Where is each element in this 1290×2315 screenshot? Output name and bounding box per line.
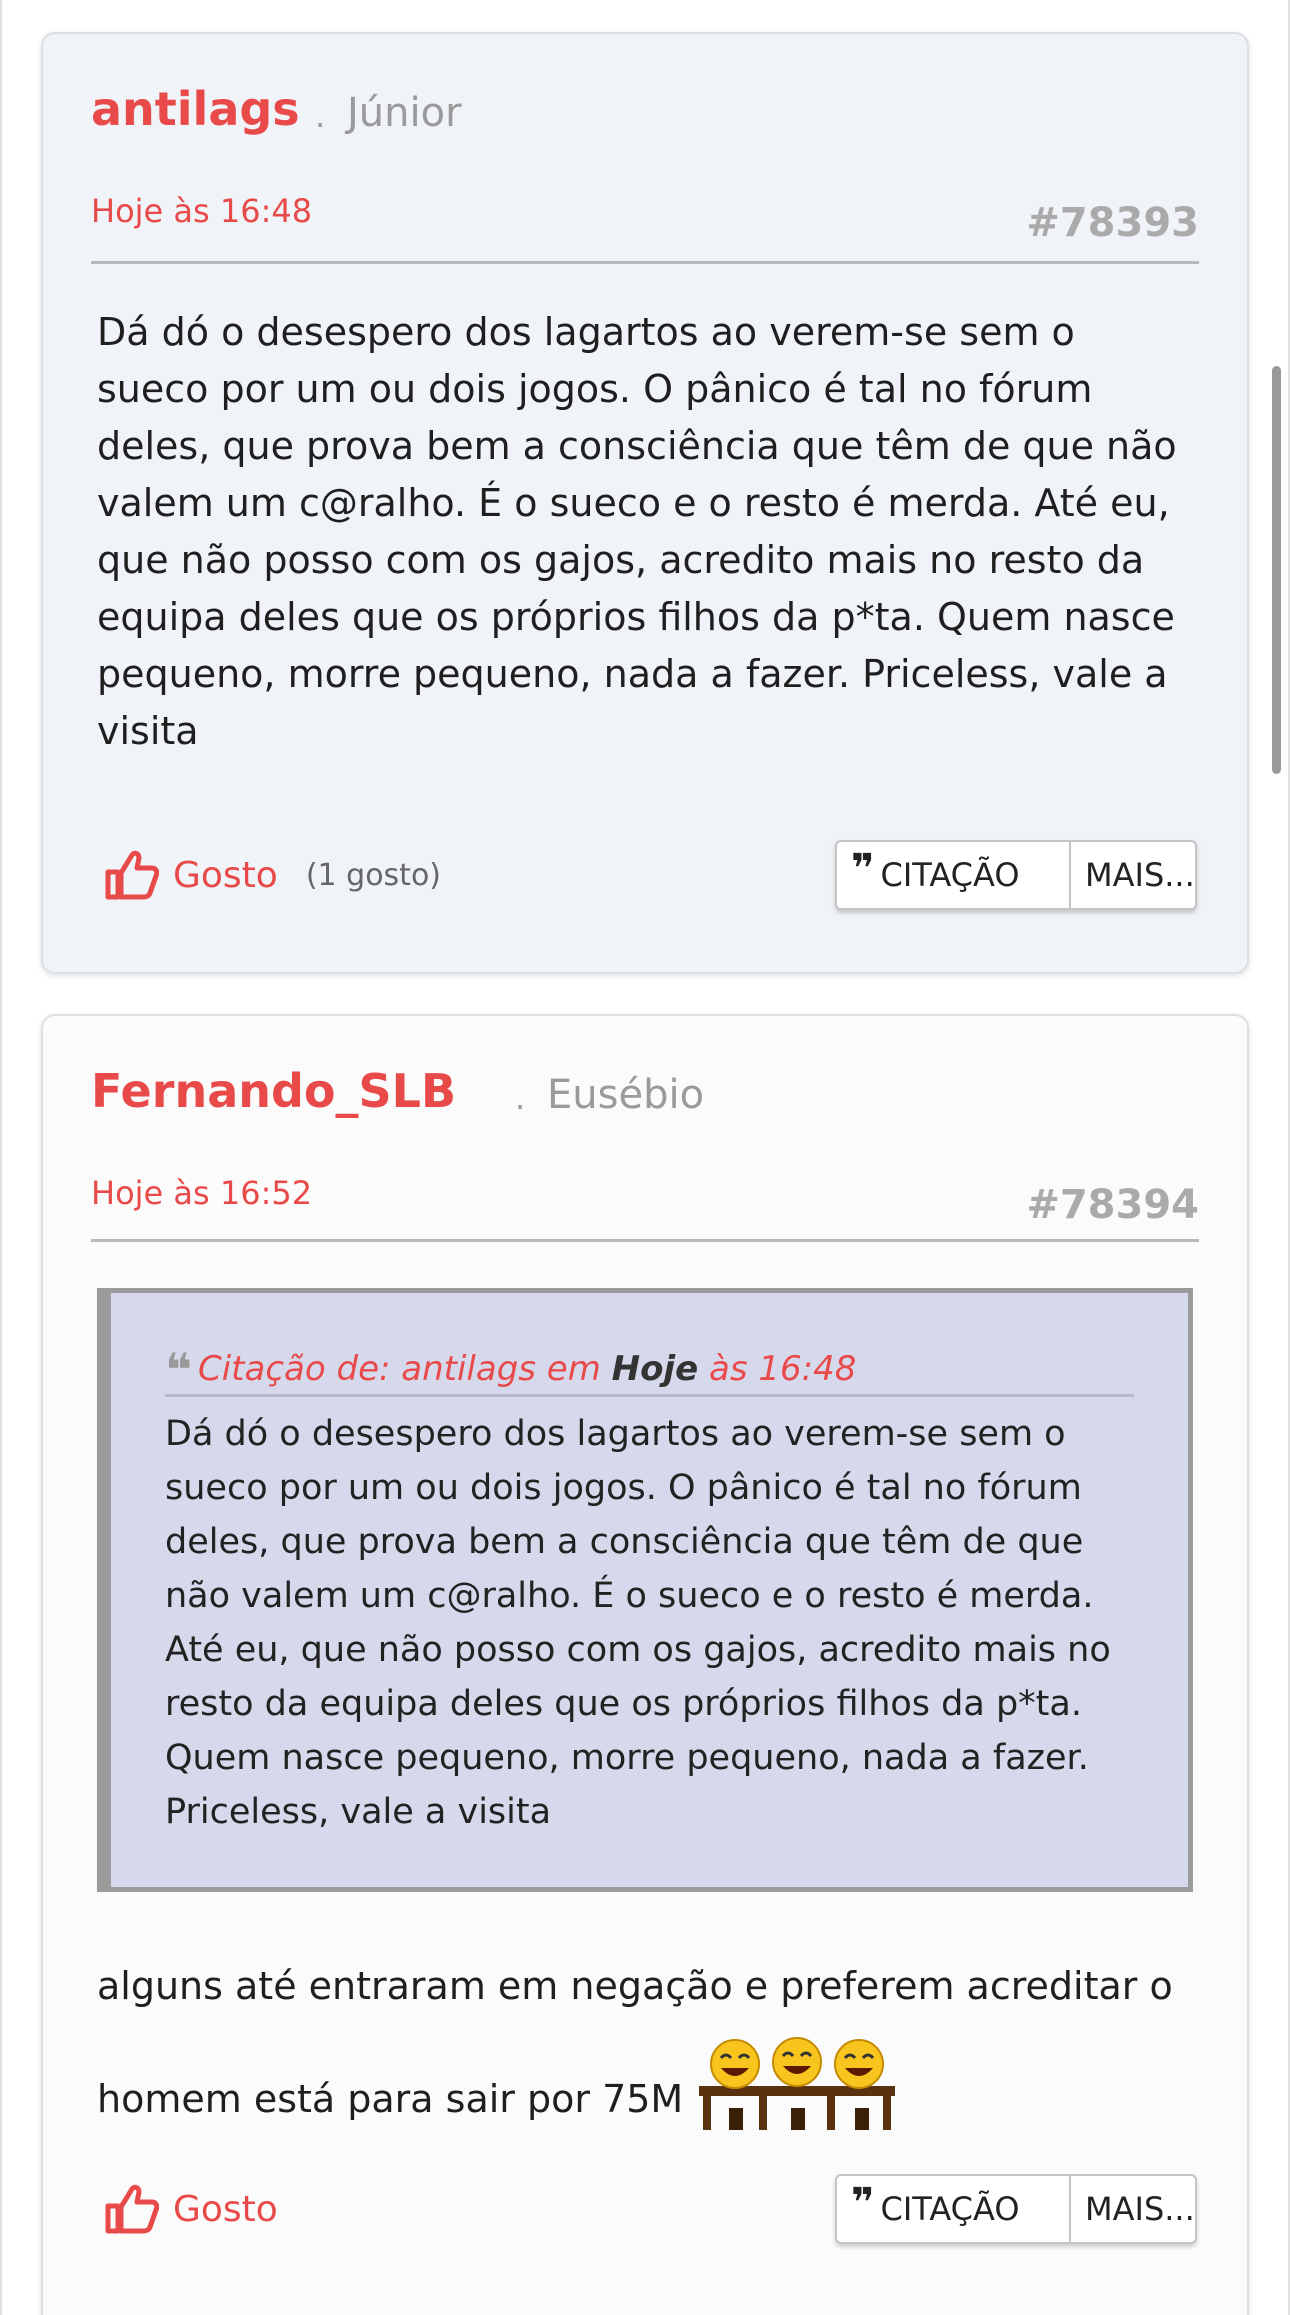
forum-post: antilags · Júnior Hoje às 16:48 #78393 D… <box>41 32 1249 974</box>
more-button-label: MAIS... <box>1085 2190 1195 2228</box>
like-button[interactable]: Gosto <box>105 2184 278 2234</box>
quote-date-suffix[interactable]: às 16:48 <box>698 1349 856 1389</box>
like-count[interactable]: (1 gosto) <box>306 858 441 893</box>
post-body: Dá dó o desespero dos lagartos ao verem-… <box>97 310 1177 753</box>
quote-date-bold[interactable]: Hoje <box>612 1349 699 1389</box>
laughing-at-table-emoji <box>699 2036 896 2169</box>
more-button[interactable]: MAIS... <box>1069 2176 1195 2242</box>
separator-dot: · <box>315 106 326 144</box>
quote-header: ❝ Citação de: antilags em Hoje às 16:48 <box>165 1343 1134 1397</box>
thumbs-up-icon <box>105 2184 159 2234</box>
like-label: Gosto <box>173 2188 278 2230</box>
quote-marks-icon: ❞ <box>851 2180 875 2226</box>
post-number-link[interactable]: #78394 <box>1026 1182 1199 1228</box>
scrollbar[interactable] <box>1272 366 1281 774</box>
post-actions: ❞ CITAÇÃO MAIS... <box>835 2174 1197 2244</box>
like-button[interactable]: Gosto (1 gosto) <box>105 850 441 900</box>
post-author[interactable]: Fernando_SLB <box>91 1064 456 1118</box>
forum-post: Fernando_SLB · Eusébio Hoje às 16:52 #78… <box>41 1014 1249 2315</box>
post-date: Hoje às 16:48 <box>91 192 313 230</box>
quote-marks-icon: ❝ <box>165 1343 192 1397</box>
quote-button[interactable]: ❞ CITAÇÃO <box>837 842 1069 908</box>
separator-dot: · <box>515 1088 526 1126</box>
post-author[interactable]: antilags <box>91 82 300 136</box>
quote-button-label: CITAÇÃO <box>880 856 1020 894</box>
author-rank: Júnior <box>347 90 462 136</box>
quote-author-prefix[interactable]: Citação de: antilags em <box>198 1349 612 1389</box>
thumbs-up-icon <box>105 850 159 900</box>
more-button-label: MAIS... <box>1085 856 1195 894</box>
post-header: antilags · Júnior Hoje às 16:48 #78393 <box>91 34 1199 264</box>
more-button[interactable]: MAIS... <box>1069 842 1195 908</box>
quote-button-label: CITAÇÃO <box>880 2190 1020 2228</box>
post-header: Fernando_SLB · Eusébio Hoje às 16:52 #78… <box>91 1016 1199 1242</box>
post-date: Hoje às 16:52 <box>91 1174 313 1212</box>
quote-block: ❝ Citação de: antilags em Hoje às 16:48 D… <box>97 1288 1193 1892</box>
post-number-link[interactable]: #78393 <box>1026 200 1199 246</box>
quote-text: Dá dó o desespero dos lagartos ao verem-… <box>165 1414 1111 1832</box>
post-body: alguns até entraram em negação e prefere… <box>97 1936 1207 2169</box>
post-actions: ❞ CITAÇÃO MAIS... <box>835 840 1197 910</box>
quote-button[interactable]: ❞ CITAÇÃO <box>837 2176 1069 2242</box>
quote-marks-icon: ❞ <box>851 846 875 892</box>
post-body-text: alguns até entraram em negação e prefere… <box>97 1964 1173 2121</box>
like-label: Gosto <box>173 854 278 896</box>
author-rank: Eusébio <box>547 1072 705 1118</box>
